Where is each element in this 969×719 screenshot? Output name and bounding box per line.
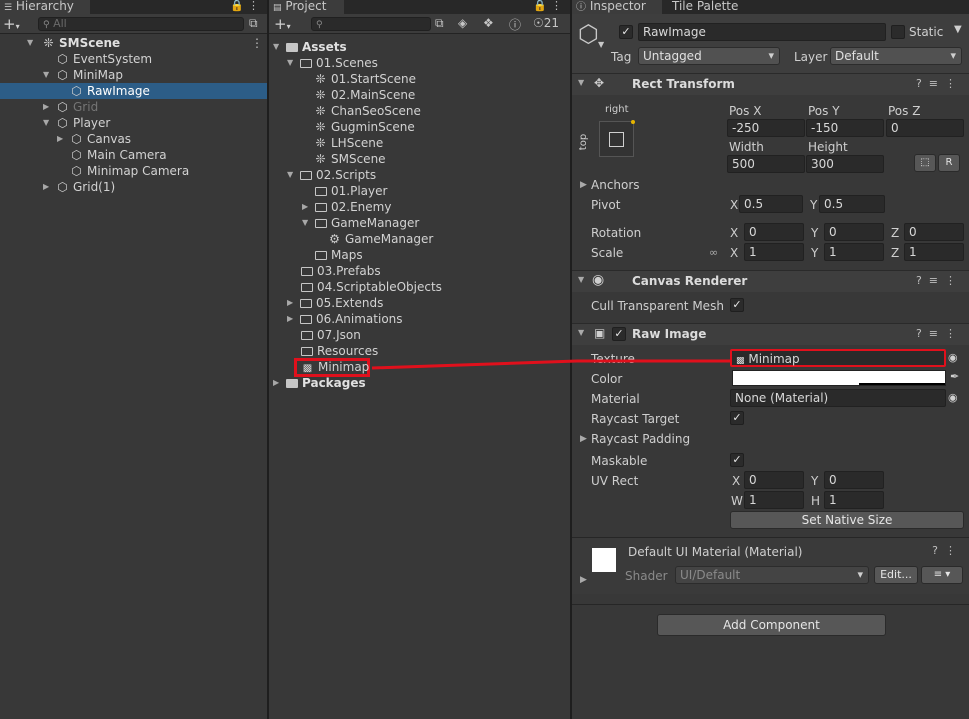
annotation-connector-line xyxy=(371,359,732,370)
annotation-overlay xyxy=(371,359,732,370)
